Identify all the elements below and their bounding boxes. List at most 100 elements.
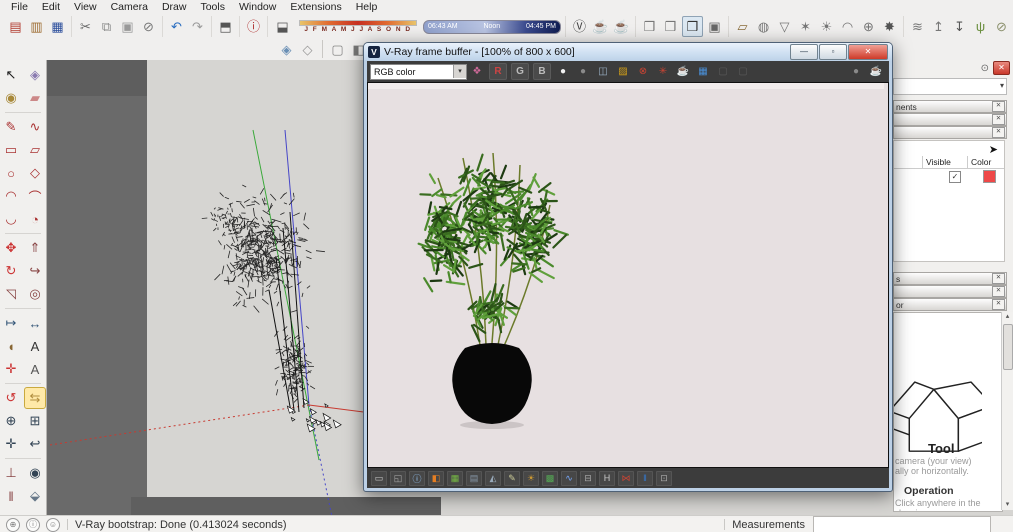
lock-camera-button[interactable]: ▣ xyxy=(705,17,724,36)
section-plane-tool[interactable]: ⬙ xyxy=(24,485,46,507)
polygon-tool[interactable]: ◇ xyxy=(24,162,46,184)
circle-tool[interactable]: ○ xyxy=(0,162,22,184)
panel-header-2[interactable]: ✕ xyxy=(893,113,1007,126)
pixel-aspect-icon[interactable]: ◱ xyxy=(390,470,406,486)
open-button[interactable]: ▥ xyxy=(27,17,46,36)
menu-extensions[interactable]: Extensions xyxy=(283,0,348,15)
rectangle-tool[interactable]: ▭ xyxy=(0,139,22,161)
scale-tool[interactable]: ◹ xyxy=(0,283,22,305)
menu-help[interactable]: Help xyxy=(349,0,385,15)
panel-header-4[interactable]: s ✕ xyxy=(893,272,1007,285)
clipper-button[interactable]: ⊘ xyxy=(992,17,1011,36)
curves-icon[interactable]: ∿ xyxy=(561,470,577,486)
paint-bucket-tool[interactable]: ◉ xyxy=(0,87,22,109)
vray-asset-editor-button[interactable]: Ⓥ xyxy=(570,17,589,36)
pixel-info-icon[interactable]: ⓘ xyxy=(409,470,425,486)
track-mouse-button[interactable]: ✳ xyxy=(655,64,671,79)
print-button[interactable]: ⬒ xyxy=(216,17,235,36)
position-camera-tool[interactable]: ⊥ xyxy=(0,462,22,484)
tape-measure-tool[interactable]: ↦ xyxy=(0,312,22,334)
menu-file[interactable]: File xyxy=(4,0,35,15)
line-tool[interactable]: ✎ xyxy=(0,116,22,138)
ab-compare-icon[interactable]: ‖ xyxy=(637,470,653,486)
panel-header-instructor[interactable]: or ✕ xyxy=(893,298,1007,311)
undo-button[interactable]: ↶ xyxy=(167,17,186,36)
shadow-time-slider[interactable]: 06:43 AM Noon 04:45 PM xyxy=(423,19,561,34)
measurements-input[interactable] xyxy=(813,516,991,532)
panel-close-icon[interactable]: ✕ xyxy=(992,101,1005,112)
erase-button[interactable]: ⊘ xyxy=(139,17,158,36)
dome-light-button[interactable]: ◠ xyxy=(838,17,857,36)
select-tool[interactable]: ↖ xyxy=(0,64,22,86)
panel-header-5[interactable]: ✕ xyxy=(893,285,1007,298)
follow-me-tool[interactable]: ↪ xyxy=(24,260,46,282)
show-corrections-button[interactable]: ▦ xyxy=(695,64,711,79)
xray-style-button[interactable]: ▢ xyxy=(328,40,347,59)
push-pull-tool[interactable]: ⇑ xyxy=(24,237,46,259)
proxy-import-button[interactable]: ↥ xyxy=(929,17,948,36)
zoom-extents-tool[interactable]: ✛ xyxy=(0,433,22,455)
hue-saturation-icon[interactable]: ☀ xyxy=(523,470,539,486)
proxy-export-button[interactable]: ↧ xyxy=(950,17,969,36)
panel-close-icon[interactable]: ✕ xyxy=(992,127,1005,138)
clear-image-button[interactable]: ⊗ xyxy=(635,64,651,79)
alpha-channel-button[interactable]: ● xyxy=(555,64,571,79)
white-balance-icon[interactable]: ✎ xyxy=(504,470,520,486)
omni-light-button[interactable]: ☀ xyxy=(817,17,836,36)
vfb-settings-icon[interactable]: ▭ xyxy=(371,470,387,486)
pie-tool[interactable]: ◔ xyxy=(24,208,46,230)
3d-text-tool[interactable]: A xyxy=(24,358,46,380)
chevron-down-icon[interactable]: ▾ xyxy=(1000,81,1004,90)
ies-light-button[interactable]: ✶ xyxy=(796,17,815,36)
two-point-arc-tool[interactable]: ⌒ xyxy=(24,185,46,207)
blue-channel-button[interactable]: B xyxy=(533,63,551,80)
compare-button[interactable]: ▢ xyxy=(735,64,751,79)
panel-header-components[interactable]: nents ✕ xyxy=(893,100,1007,113)
exposure-icon[interactable]: ◭ xyxy=(485,470,501,486)
zoom-window-tool[interactable]: ⊞ xyxy=(24,410,46,432)
image-layers-icon[interactable]: ▤ xyxy=(466,470,482,486)
vray-render-button[interactable]: ☕ xyxy=(591,17,610,36)
panel-close-icon[interactable]: ✕ xyxy=(992,273,1005,284)
menu-camera[interactable]: Camera xyxy=(104,0,155,15)
shadow-toggle-icon[interactable]: ⬓ xyxy=(273,17,292,36)
zoom-previous-tool[interactable]: ↩ xyxy=(24,433,46,455)
save-image-button[interactable]: ◫ xyxy=(595,64,611,79)
vray-batch-render-button[interactable]: ❒ xyxy=(661,17,680,36)
vray-frame-buffer-window[interactable]: V V-Ray frame buffer - [100% of 800 x 60… xyxy=(363,42,893,492)
menu-window[interactable]: Window xyxy=(232,0,283,15)
protractor-tool[interactable]: ◖ xyxy=(0,335,22,357)
arc-tool[interactable]: ◠ xyxy=(0,185,22,207)
paste-button[interactable]: ▣ xyxy=(118,17,137,36)
spot-light-button[interactable]: ▽ xyxy=(775,17,794,36)
freehand-tool[interactable]: ∿ xyxy=(24,116,46,138)
panel-header-3[interactable]: ✕ xyxy=(893,126,1007,139)
vray-frame-buffer-button[interactable]: ❒ xyxy=(640,17,659,36)
mesh-light-button[interactable]: ⊕ xyxy=(859,17,878,36)
close-button[interactable]: ✕ xyxy=(848,44,888,60)
panel-details-arrow-icon[interactable]: ➤ xyxy=(989,143,998,156)
green-channel-button[interactable]: G xyxy=(511,63,529,80)
vfb-title-bar[interactable]: V V-Ray frame buffer - [100% of 800 x 60… xyxy=(364,43,892,61)
save-button[interactable]: ▦ xyxy=(48,17,67,36)
monochrome-button[interactable]: ● xyxy=(575,64,591,79)
text-tool[interactable]: A xyxy=(24,335,46,357)
vray-vision-button[interactable]: ❒ xyxy=(682,16,703,37)
fur-button[interactable]: ψ xyxy=(971,17,990,36)
geolocation-icon[interactable]: ⊕ xyxy=(6,517,20,532)
redo-button[interactable]: ↷ xyxy=(188,17,207,36)
maximize-button[interactable]: ▫ xyxy=(819,44,847,60)
menu-tools[interactable]: Tools xyxy=(193,0,232,15)
stamp-button[interactable]: ▢ xyxy=(715,64,731,79)
bg-color-toggle-icon[interactable]: ◧ xyxy=(428,470,444,486)
render-last-button[interactable]: ☕ xyxy=(675,64,691,79)
sun-light-button[interactable]: ✸ xyxy=(880,17,899,36)
rectangle-light-button[interactable]: ▱ xyxy=(733,17,752,36)
instructor-scrollbar[interactable]: ▴ ▾ xyxy=(1001,312,1013,510)
channel-select[interactable]: RGB color ▾ xyxy=(370,63,467,80)
tray-scroll-box[interactable]: ▾ xyxy=(893,78,1007,95)
cut-button[interactable]: ✂ xyxy=(76,17,95,36)
axes-tool[interactable]: ✛ xyxy=(0,358,22,380)
stop-render-button[interactable]: ● xyxy=(848,64,864,79)
dimension-tool[interactable]: ↔ xyxy=(24,312,46,334)
